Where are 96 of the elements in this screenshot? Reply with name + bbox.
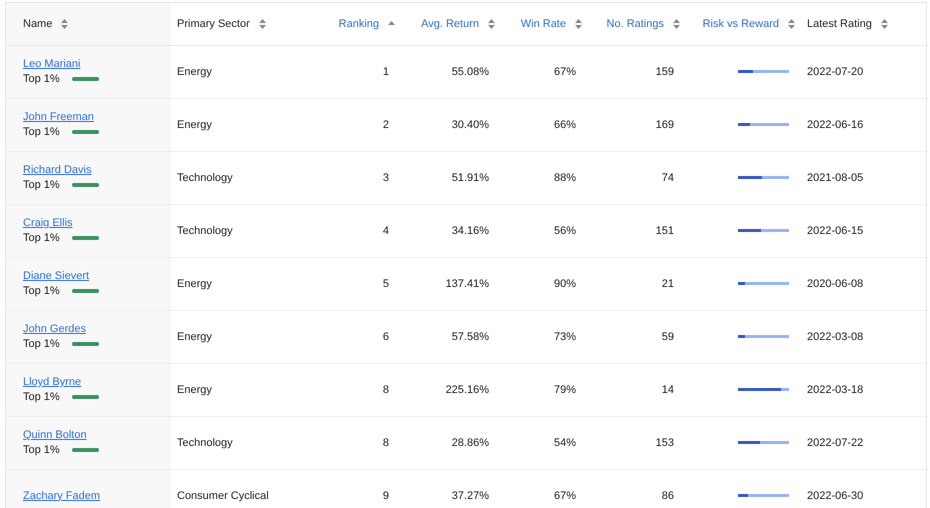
table-cell: 225.16% (446, 384, 489, 396)
table-cell: 6 (382, 330, 389, 342)
table-cell: 4 (382, 224, 389, 236)
tier-label: Top 1% (23, 179, 60, 191)
analyst-link[interactable]: John Freeman (23, 111, 94, 123)
tier-label: Top 1% (23, 285, 60, 297)
analyst-link[interactable]: Quinn Bolton (23, 429, 87, 441)
column-header[interactable]: Avg. Return (421, 18, 479, 30)
analyst-link[interactable]: Richard Davis (23, 164, 92, 176)
tier-label: Top 1% (23, 126, 60, 138)
table-cell: 5 (382, 278, 389, 290)
analyst-link[interactable]: Leo Mariani (23, 58, 80, 70)
table-cell: 21 (662, 278, 674, 290)
table-cell: 2020-06-08 (807, 278, 864, 290)
table-cell: 151 (656, 224, 674, 236)
risk-reward-bar (738, 123, 789, 126)
analyst-link[interactable]: John Gerdes (23, 323, 86, 335)
tier-bar (72, 448, 99, 452)
table-cell: 67% (554, 490, 576, 502)
tier-label: Top 1% (23, 73, 60, 85)
table-cell: Energy (177, 330, 212, 342)
table-cell: Consumer Cyclical (177, 490, 269, 502)
risk-reward-bar (738, 388, 789, 392)
table-cell: 30.40% (452, 118, 489, 130)
table-cell: 137.41% (446, 278, 489, 290)
table-cell: 2022-07-20 (807, 66, 864, 78)
tier-bar (72, 236, 99, 240)
analyst-link[interactable]: Zachary Fadem (23, 490, 100, 502)
table-cell: 56% (554, 224, 576, 236)
table-cell: 67% (554, 66, 576, 78)
table-cell: 2022-06-16 (807, 118, 864, 130)
table-cell: Energy (177, 278, 212, 290)
table-cell: 159 (656, 66, 674, 78)
table-cell: 169 (656, 118, 674, 130)
table-cell: 28.86% (452, 436, 489, 448)
table-cell: 2021-08-05 (807, 172, 864, 184)
table-cell: 51.91% (452, 172, 489, 184)
table-cell: 8 (382, 436, 389, 448)
table-cell: 74 (662, 172, 674, 184)
table-cell: 37.27% (452, 490, 489, 502)
column-header[interactable]: Latest Rating (807, 18, 872, 30)
analyst-link[interactable]: Diane Sievert (23, 270, 90, 282)
tier-bar (72, 183, 99, 187)
table-cell: 34.16% (452, 224, 489, 236)
column-header[interactable]: Name (23, 18, 52, 30)
table-cell: 14 (662, 384, 674, 396)
table-cell: 88% (554, 172, 576, 184)
risk-reward-bar (738, 494, 789, 498)
table-cell: 90% (554, 278, 576, 290)
table-cell: 59 (662, 330, 674, 342)
tier-label: Top 1% (23, 338, 60, 350)
tier-bar (72, 395, 99, 399)
table-cell: 9 (382, 490, 389, 502)
tier-bar (72, 342, 99, 346)
table-cell: Technology (177, 224, 233, 236)
table-cell: 79% (554, 384, 576, 396)
tier-bar (72, 77, 99, 81)
table-cell: 2022-06-15 (807, 224, 864, 236)
table-cell: 55.08% (452, 66, 489, 78)
tier-label: Top 1% (23, 391, 60, 403)
column-header[interactable]: Risk vs Reward (702, 18, 779, 30)
table-cell: 2022-03-08 (807, 330, 864, 342)
tier-bar (72, 130, 99, 134)
table-cell: 2022-06-30 (807, 490, 864, 502)
tier-bar (72, 289, 99, 293)
table-cell: 8 (382, 384, 389, 396)
column-header[interactable]: Ranking (338, 18, 379, 30)
risk-reward-bar (738, 70, 789, 74)
table-cell: 86 (662, 490, 674, 502)
risk-reward-bar (738, 282, 789, 286)
risk-reward-bar (738, 335, 789, 338)
column-header[interactable]: Primary Sector (177, 18, 250, 30)
column-header[interactable]: Win Rate (520, 18, 566, 30)
table-cell: 153 (656, 436, 674, 448)
tier-label: Top 1% (23, 232, 60, 244)
table-cell: 54% (554, 436, 576, 448)
table-cell: Technology (177, 436, 233, 448)
risk-reward-bar (738, 176, 789, 180)
table-cell: 3 (382, 172, 389, 184)
table-cell: Energy (177, 66, 212, 78)
analyst-link[interactable]: Lloyd Byrne (23, 376, 82, 388)
risk-reward-bar (738, 229, 789, 232)
table-cell: Energy (177, 384, 212, 396)
table-cell: 1 (382, 66, 389, 78)
table-cell: Energy (177, 118, 212, 130)
table-cell: 2022-07-22 (807, 436, 864, 448)
risk-reward-bar (738, 441, 789, 444)
table-cell: 2 (382, 118, 389, 130)
table-cell: 2022-03-18 (807, 384, 864, 396)
table-cell: 73% (554, 330, 576, 342)
column-header[interactable]: No. Ratings (606, 18, 664, 30)
table-cell: 66% (554, 118, 576, 130)
table-cell: 57.58% (452, 330, 489, 342)
analyst-link[interactable]: Craig Ellis (23, 217, 73, 229)
tier-label: Top 1% (23, 444, 60, 456)
table-cell: Technology (177, 172, 233, 184)
